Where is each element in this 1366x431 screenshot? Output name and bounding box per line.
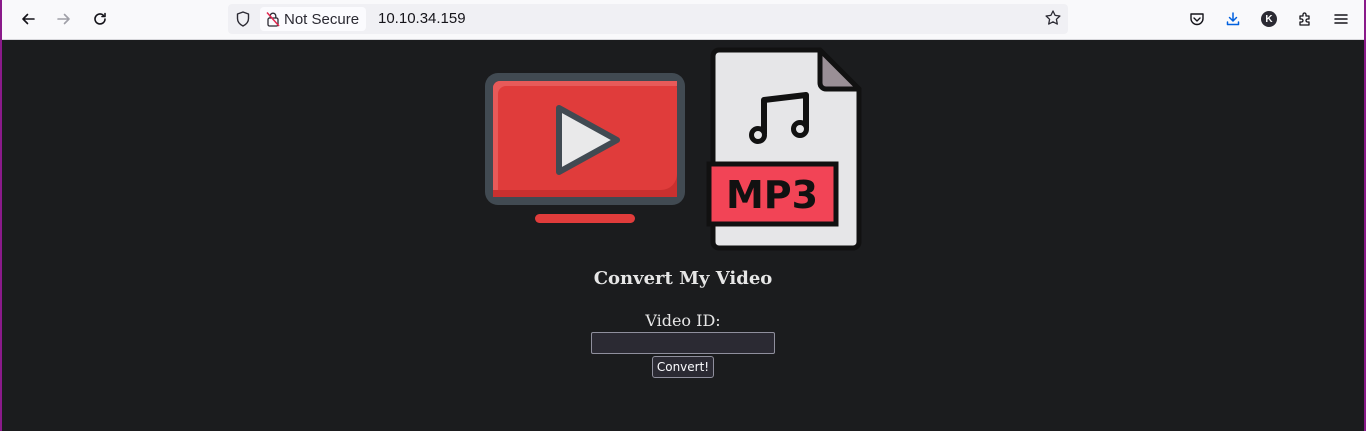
page-title: Convert My Video	[593, 268, 773, 289]
forward-button[interactable]	[50, 5, 78, 33]
bookmark-star-icon[interactable]	[1044, 9, 1062, 27]
extensions-button[interactable]	[1291, 5, 1319, 33]
puzzle-piece-icon	[1299, 12, 1310, 26]
back-arrow-icon	[22, 13, 35, 25]
account-avatar: K	[1261, 11, 1277, 27]
account-initial: K	[1265, 13, 1273, 25]
mp3-file-icon: MP3	[706, 47, 862, 251]
download-icon	[1226, 12, 1240, 26]
account-button[interactable]: K	[1255, 5, 1283, 33]
back-button[interactable]	[14, 5, 42, 33]
hamburger-menu-icon	[1334, 14, 1348, 24]
video-to-mp3-logo: MP3	[485, 47, 862, 251]
site-security-indicator[interactable]: Not Secure	[260, 7, 366, 31]
video-id-input[interactable]	[591, 332, 775, 354]
pocket-icon	[1190, 13, 1204, 26]
forward-arrow-icon	[57, 13, 70, 25]
insecure-lock-icon	[266, 12, 280, 27]
pocket-button[interactable]	[1183, 5, 1211, 33]
tv-play-icon	[485, 73, 685, 223]
reload-icon	[94, 12, 106, 25]
browser-toolbar: Not Secure 10.10.34.159 K	[2, 0, 1364, 40]
mp3-badge-text: MP3	[726, 173, 818, 217]
shield-icon[interactable]	[234, 10, 252, 28]
convert-button[interactable]: Convert!	[652, 356, 714, 378]
app-menu-button[interactable]	[1327, 5, 1355, 33]
url-text[interactable]: 10.10.34.159	[378, 10, 466, 27]
address-bar[interactable]: Not Secure 10.10.34.159	[228, 4, 1068, 34]
page-content: MP3 Convert My Video Video ID: Convert!	[2, 40, 1364, 431]
downloads-button[interactable]	[1219, 5, 1247, 33]
security-label: Not Secure	[284, 10, 360, 28]
reload-button[interactable]	[86, 5, 114, 33]
video-id-label: Video ID:	[645, 311, 721, 330]
